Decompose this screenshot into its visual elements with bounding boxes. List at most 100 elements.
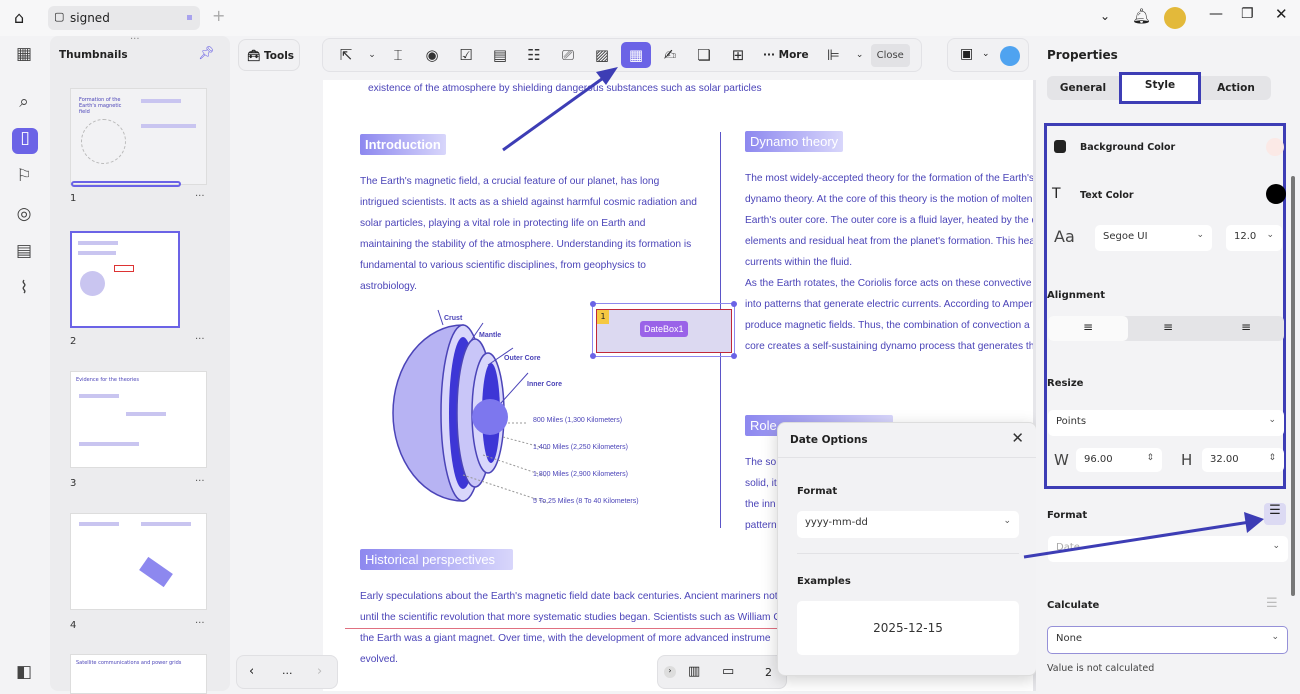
height-input[interactable]: 32.00 ⇕ xyxy=(1202,448,1284,472)
grid-layout-icon[interactable]: ⊞ xyxy=(723,42,753,68)
document-tab[interactable]: ▢ signed xyxy=(48,6,200,30)
list-box-icon[interactable]: ☷ xyxy=(519,42,549,68)
tab-action[interactable]: Action xyxy=(1201,76,1271,100)
next-page-button[interactable]: › xyxy=(317,664,322,679)
resize-handle[interactable] xyxy=(590,353,596,359)
thumbnail-page-1[interactable]: Formation of the Earth's magnetic field xyxy=(70,88,207,187)
image-field-icon[interactable]: ▨ xyxy=(587,42,617,68)
more-options-icon[interactable]: ··· xyxy=(195,476,205,487)
presentation-icon[interactable]: ▭ xyxy=(722,664,734,679)
select-pointer-icon[interactable]: ⇱ xyxy=(331,42,361,68)
datebox-selection[interactable]: 1 DateBox1 xyxy=(590,301,737,359)
chevron-down-icon[interactable]: ⌄ xyxy=(982,49,990,59)
previous-page-button[interactable]: ‹ xyxy=(249,664,254,679)
ai-assistant-icon[interactable] xyxy=(1000,46,1020,66)
radio-button-icon[interactable]: ◉ xyxy=(417,42,447,68)
page-number: 2 xyxy=(70,336,77,347)
close-toolbar-button[interactable]: Close xyxy=(870,43,910,67)
properties-tabs: General Style Action xyxy=(1047,72,1271,104)
date-format-select[interactable]: yyyy-mm-dd ⌄ xyxy=(797,511,1019,538)
thumbnail-page-4[interactable] xyxy=(70,513,207,610)
align-right-button[interactable]: ≡ xyxy=(1208,316,1284,341)
chevron-down-icon: ⌄ xyxy=(1003,516,1011,526)
chevron-down-icon[interactable]: ⌄ xyxy=(1100,9,1110,23)
bookmark-icon[interactable]: ⚐ xyxy=(12,166,36,190)
layers-icon[interactable]: ◧ xyxy=(12,662,36,686)
pin-icon[interactable]: 📌︎ xyxy=(198,46,215,61)
text-field-icon[interactable]: ⌶ xyxy=(383,42,413,68)
paragraph-line: The so xyxy=(745,457,777,468)
datebox-field[interactable]: 1 DateBox1 xyxy=(596,309,732,353)
new-tab-button[interactable]: + xyxy=(212,6,225,25)
font-size-select[interactable]: 12.0 ⌄ xyxy=(1226,225,1282,251)
bell-icon[interactable]: 🔔︎ xyxy=(1132,7,1151,25)
drag-handle[interactable]: ··· xyxy=(130,34,140,45)
chevron-down-icon[interactable]: ⌄ xyxy=(853,42,867,68)
thumbnail-page-2[interactable] xyxy=(70,231,180,328)
text-color-icon: T xyxy=(1052,186,1061,202)
more-pages-button[interactable]: ... xyxy=(282,664,293,677)
examples-label: Examples xyxy=(797,576,851,587)
format-select[interactable]: Date ⌄ xyxy=(1048,536,1288,562)
page-icon[interactable]: ▯ xyxy=(12,128,38,154)
page-number: 3 xyxy=(70,478,77,489)
home-icon[interactable]: ⌂ xyxy=(14,8,24,27)
chevron-down-icon[interactable]: ⌄ xyxy=(365,42,379,68)
form-icon[interactable]: ▤ xyxy=(12,241,36,265)
thumbnail-graphic xyxy=(81,119,126,164)
font-family-select[interactable]: Segoe UI ⌄ xyxy=(1095,225,1212,251)
stepper-icon[interactable]: ⇕ xyxy=(1268,453,1276,463)
format-settings-icon[interactable]: ☰ xyxy=(1264,503,1286,525)
combo-box-icon[interactable]: ▤ xyxy=(485,42,515,68)
width-input[interactable]: 96.00 ⇕ xyxy=(1076,448,1162,472)
thumbnail-page-5[interactable]: Satellite communications and power grids xyxy=(70,654,207,694)
more-options-icon[interactable]: ··· xyxy=(195,191,205,202)
more-button[interactable]: ··· More xyxy=(757,49,815,61)
close-dialog-button[interactable]: ✕ xyxy=(1011,429,1024,447)
properties-scrollbar[interactable] xyxy=(1291,176,1295,596)
calculate-settings-icon[interactable]: ☰ xyxy=(1266,596,1278,611)
comment-search-icon[interactable]: ◎ xyxy=(12,204,36,228)
signature-icon[interactable]: ✍ xyxy=(655,42,685,68)
more-options-icon[interactable]: ··· xyxy=(195,334,205,345)
search-icon[interactable]: ⌕ xyxy=(12,92,36,116)
more-options-icon[interactable]: ··· xyxy=(195,618,205,629)
close-window-button[interactable]: ✕ xyxy=(1275,5,1288,23)
text-color-swatch[interactable] xyxy=(1266,184,1286,204)
calculate-select[interactable]: None ⌄ xyxy=(1047,626,1288,654)
tab-style[interactable]: Style xyxy=(1119,72,1201,104)
resize-unit-select[interactable]: Points ⌄ xyxy=(1048,410,1284,436)
alignment-group: ≡ ≡ ≡ xyxy=(1048,316,1284,341)
button-field-icon[interactable]: ⎚ xyxy=(553,42,583,68)
grid-icon[interactable]: ▦ xyxy=(12,44,36,68)
paragraph-line: Earth's outer core. The outer core is a … xyxy=(745,215,1033,226)
date-field-icon[interactable]: ▦ xyxy=(621,42,651,68)
save-icon[interactable]: ▣ xyxy=(960,46,973,62)
background-color-swatch[interactable] xyxy=(1266,138,1284,156)
resize-handle[interactable] xyxy=(731,353,737,359)
checkbox-icon[interactable]: ☑ xyxy=(451,42,481,68)
format-label: Format xyxy=(797,486,838,497)
avatar[interactable] xyxy=(1164,7,1186,29)
attachment-icon[interactable]: ⌇ xyxy=(12,278,36,302)
stepper-icon[interactable]: ⇕ xyxy=(1146,453,1154,463)
tools-button[interactable]: 🧰︎ Tools xyxy=(238,39,300,71)
close-tab-icon[interactable] xyxy=(187,15,192,20)
height-value: 32.00 xyxy=(1210,454,1239,465)
minimize-button[interactable]: — xyxy=(1209,6,1223,22)
expand-icon[interactable]: › xyxy=(664,666,676,678)
align-center-button[interactable]: ≡ xyxy=(1128,316,1208,341)
paragraph-line: As the Earth rotates, the Coriolis force… xyxy=(745,278,1032,289)
heading-introduction: Introduction xyxy=(360,134,446,155)
reading-mode-icon[interactable]: ▥ xyxy=(688,664,700,679)
align-left-button[interactable]: ≡ xyxy=(1048,316,1128,341)
copy-fields-icon[interactable]: ❏ xyxy=(689,42,719,68)
resize-handle[interactable] xyxy=(731,301,737,307)
paragraph-line: fundamental to various scientific discip… xyxy=(360,260,646,271)
maximize-button[interactable]: ❐ xyxy=(1241,6,1254,22)
page-number-input[interactable]: 2 xyxy=(765,666,772,679)
align-icon[interactable]: ⊫ xyxy=(819,42,849,68)
thumbnail-page-3[interactable]: Evidence for the theories xyxy=(70,371,207,468)
resize-handle[interactable] xyxy=(590,301,596,307)
tab-general[interactable]: General xyxy=(1047,76,1119,100)
